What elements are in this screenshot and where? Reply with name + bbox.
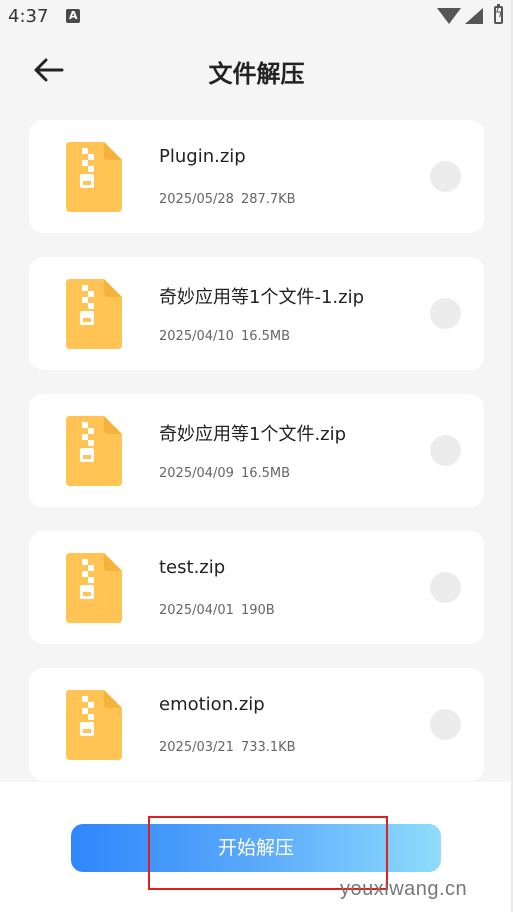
wifi-icon: [437, 8, 461, 24]
status-bar: 4:37: [0, 0, 513, 34]
select-radio[interactable]: [430, 435, 461, 466]
header: 文件解压: [0, 34, 513, 106]
file-meta: 2025/05/28 287.7KB: [159, 192, 296, 207]
notification-a-icon: [66, 9, 80, 23]
zip-file-icon: [66, 690, 122, 760]
start-extract-button[interactable]: 开始解压: [71, 824, 441, 872]
file-size: 16.5MB: [240, 329, 291, 344]
bottom-bar: 开始解压 youxiwang.cn: [0, 782, 513, 912]
select-radio[interactable]: [430, 161, 461, 192]
file-date: 2025/05/28: [159, 192, 234, 207]
file-item[interactable]: 奇妙应用等1个文件-1.zip 2025/04/10 16.5MB: [29, 257, 484, 370]
battery-charging-icon: [494, 4, 503, 24]
file-meta: 2025/04/10 16.5MB: [159, 329, 290, 344]
signal-icon: [465, 8, 483, 24]
zip-file-icon: [66, 142, 122, 212]
watermark: youxiwang.cn: [340, 878, 468, 900]
file-item[interactable]: 奇妙应用等1个文件.zip 2025/04/09 16.5MB: [29, 394, 484, 507]
file-name: test.zip: [159, 557, 226, 578]
zip-file-icon: [66, 416, 122, 486]
file-date: 2025/03/21: [159, 740, 234, 755]
file-item[interactable]: emotion.zip 2025/03/21 733.1KB: [29, 668, 484, 781]
file-name: 奇妙应用等1个文件-1.zip: [159, 287, 364, 308]
file-size: 733.1KB: [240, 740, 296, 755]
file-name: 奇妙应用等1个文件.zip: [159, 424, 347, 445]
file-meta: 2025/04/09 16.5MB: [159, 466, 290, 481]
select-radio[interactable]: [430, 298, 461, 329]
file-item[interactable]: test.zip 2025/04/01 190B: [29, 531, 484, 644]
file-item[interactable]: Plugin.zip 2025/05/28 287.7KB: [29, 120, 484, 233]
file-name: emotion.zip: [159, 694, 265, 715]
status-time: 4:37: [8, 6, 49, 27]
file-name: Plugin.zip: [159, 146, 246, 167]
file-date: 2025/04/01: [159, 603, 234, 618]
select-radio[interactable]: [430, 709, 461, 740]
zip-file-icon: [66, 553, 122, 623]
file-meta: 2025/04/01 190B: [159, 603, 275, 618]
file-date: 2025/04/10: [159, 329, 234, 344]
select-radio[interactable]: [430, 572, 461, 603]
page-title: 文件解压: [208, 60, 305, 88]
file-meta: 2025/03/21 733.1KB: [159, 740, 296, 755]
file-size: 16.5MB: [240, 466, 291, 481]
file-list[interactable]: Plugin.zip 2025/05/28 287.7KB 奇妙应用等1个文件-1…: [0, 106, 513, 782]
file-size: 190B: [240, 603, 275, 618]
file-date: 2025/04/09: [159, 466, 234, 481]
zip-file-icon: [66, 279, 122, 349]
file-size: 287.7KB: [240, 192, 296, 207]
screen: 4:37 文件解压 Plugin.zip 2025/05/28 287.7KB: [0, 0, 513, 912]
